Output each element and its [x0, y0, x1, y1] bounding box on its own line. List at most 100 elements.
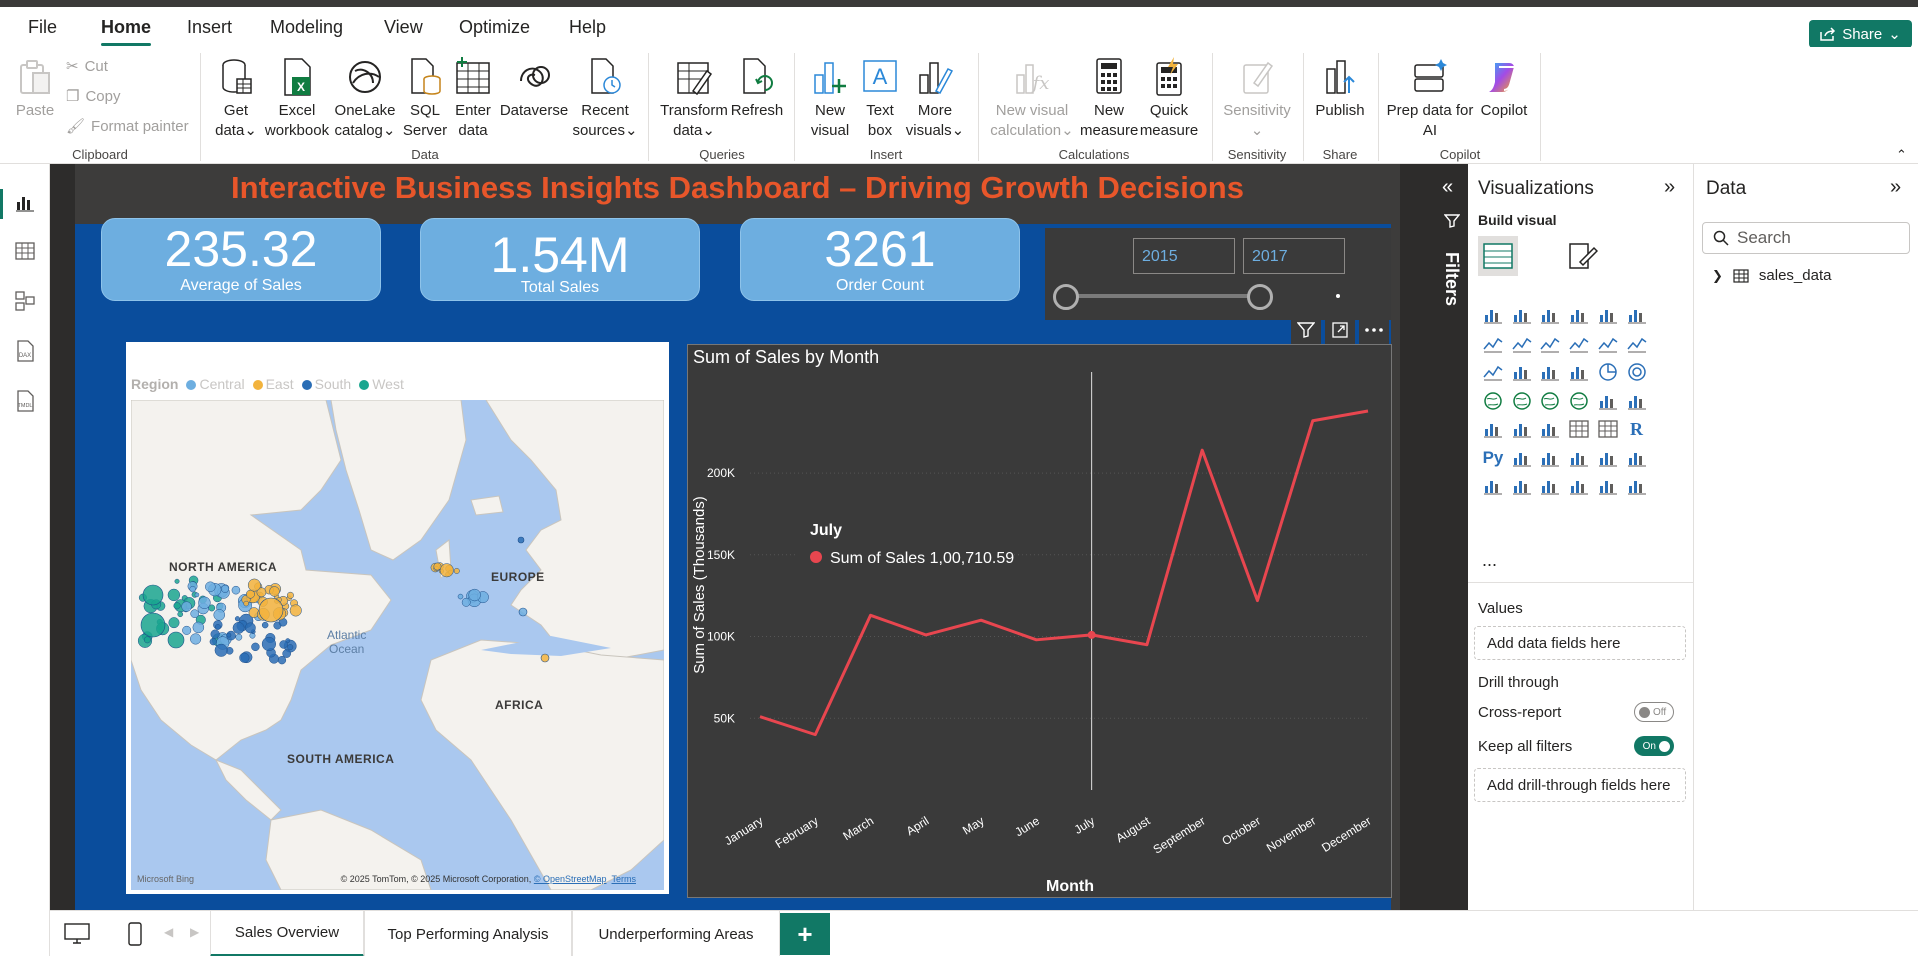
table-icon[interactable] [1566, 416, 1592, 442]
map-bubble[interactable] [282, 649, 291, 658]
menu-modeling[interactable]: Modeling [270, 17, 343, 38]
map-bubble[interactable] [286, 591, 294, 599]
terms-link[interactable]: Terms [612, 874, 637, 884]
mobile-view-icon[interactable] [120, 919, 150, 949]
filter-icon[interactable] [1291, 316, 1321, 344]
100-bar-icon[interactable] [1595, 302, 1621, 328]
cross-report-toggle[interactable]: Off [1634, 702, 1674, 722]
get-data-button[interactable]: Get data⌄ [208, 57, 264, 141]
refresh-button[interactable]: Refresh [730, 57, 784, 121]
map-bubble[interactable] [177, 611, 184, 618]
map-bubble[interactable] [234, 616, 241, 622]
stacked-column-icon[interactable] [1509, 302, 1535, 328]
tab-sales-overview[interactable]: Sales Overview [210, 911, 364, 957]
area-icon[interactable] [1509, 331, 1535, 357]
map-bubble[interactable] [231, 585, 241, 595]
report-view-icon[interactable] [12, 190, 38, 216]
map-bubble[interactable] [540, 653, 550, 663]
sales-by-month-chart[interactable]: Sum of Sales by Month 50K 100K 150K 200K Jan… [687, 344, 1392, 898]
map-bubble[interactable] [198, 596, 211, 609]
legend-item-west[interactable]: West [359, 376, 404, 392]
100-column-icon[interactable] [1624, 302, 1650, 328]
slicer-end-input[interactable]: 2017 [1243, 238, 1345, 274]
map-bubble[interactable] [258, 597, 284, 623]
legend-item-east[interactable]: East [252, 376, 294, 392]
r-visual-icon[interactable]: R [1624, 416, 1650, 442]
paginated-icon[interactable] [1480, 473, 1506, 499]
kpi-icon[interactable] [1509, 416, 1535, 442]
decomposition-tree-icon[interactable] [1537, 445, 1563, 471]
next-page-icon[interactable]: ▶ [190, 925, 199, 939]
map-bubble[interactable] [457, 593, 464, 600]
legend-item-central[interactable]: Central [186, 376, 245, 392]
map-visual[interactable]: Region Central East South West NORTH AME… [126, 342, 669, 894]
publish-button[interactable]: Publish [1310, 57, 1370, 121]
map-bubble[interactable] [140, 612, 166, 638]
stacked-bar-icon[interactable] [1480, 302, 1506, 328]
legend-item-south[interactable]: South [301, 376, 351, 392]
menu-insert[interactable]: Insert [187, 17, 232, 38]
map-bubble[interactable] [190, 609, 200, 619]
new-measure-button[interactable]: New measure [1080, 57, 1138, 141]
ribbon-icon[interactable] [1480, 359, 1506, 385]
map-bubble[interactable] [174, 578, 180, 584]
map-bubble[interactable] [261, 636, 276, 652]
menu-optimize[interactable]: Optimize [459, 17, 530, 38]
gauge-icon[interactable] [1595, 388, 1621, 414]
map-bubble[interactable] [251, 642, 260, 652]
map-bubble[interactable] [518, 607, 528, 617]
map-bubble[interactable] [143, 636, 151, 644]
map-bubble[interactable] [182, 625, 192, 635]
copy-button[interactable]: ❐ Copy [66, 87, 120, 106]
map-bubble[interactable] [194, 592, 200, 598]
map-bubble[interactable] [433, 562, 442, 571]
map-bubble[interactable] [210, 629, 220, 639]
line-column-icon[interactable] [1595, 331, 1621, 357]
filled-map-icon[interactable] [1537, 388, 1563, 414]
map-bubble[interactable] [167, 631, 185, 649]
collapse-visualizations-icon[interactable]: » [1664, 176, 1675, 199]
collapse-data-icon[interactable]: » [1890, 176, 1901, 199]
dataverse-button[interactable]: Dataverse [498, 57, 570, 121]
map-bubble[interactable] [173, 602, 181, 610]
map-bubble[interactable] [167, 588, 181, 602]
map-bubble[interactable] [168, 617, 180, 629]
sensitivity-button[interactable]: Sensitivity ⌄ [1218, 57, 1296, 141]
stacked-area-icon[interactable] [1537, 331, 1563, 357]
model-view-icon[interactable] [12, 288, 38, 314]
azure-map-icon[interactable] [1566, 388, 1592, 414]
paste-button[interactable]: Paste [14, 59, 56, 121]
copilot-button[interactable]: Copilot [1474, 57, 1534, 121]
multi-row-card-icon[interactable] [1480, 416, 1506, 442]
map-bubble[interactable] [190, 633, 202, 645]
scatter-icon[interactable] [1566, 359, 1592, 385]
python-visual-icon[interactable]: Py [1480, 445, 1506, 471]
tmdl-view-icon[interactable]: TMDL [12, 388, 38, 414]
100-area-icon[interactable] [1566, 331, 1592, 357]
map-bubble[interactable] [517, 536, 525, 544]
table-sales-data[interactable]: ❯ sales_data [1712, 267, 1831, 284]
clustered-bar-icon[interactable] [1537, 302, 1563, 328]
key-influencers-icon[interactable] [1509, 445, 1535, 471]
chevron-right-icon[interactable]: ❯ [1712, 268, 1723, 284]
map-bubble[interactable] [261, 621, 269, 629]
map-bubble[interactable] [269, 586, 280, 597]
map-bubble[interactable] [279, 640, 288, 649]
treemap-icon[interactable] [1480, 388, 1506, 414]
map-bubble[interactable] [226, 632, 232, 638]
values-field-well[interactable]: Add data fields here [1474, 626, 1686, 660]
expand-filters-icon[interactable]: « [1442, 176, 1453, 199]
map-icon[interactable] [1509, 388, 1535, 414]
kpi-card-total-sales[interactable]: 1.54M Total Sales [420, 218, 700, 301]
button-slicer-icon[interactable] [1537, 473, 1563, 499]
map-bubble[interactable] [289, 604, 302, 617]
map-bubble[interactable] [453, 567, 460, 574]
map-bubble[interactable] [461, 597, 471, 607]
transform-data-button[interactable]: Transform data⌄ [656, 57, 732, 141]
waterfall-icon[interactable] [1509, 359, 1535, 385]
map-bubble[interactable] [239, 652, 250, 663]
narrative-icon[interactable] [1595, 445, 1621, 471]
map-bubble[interactable] [205, 581, 216, 593]
menu-home[interactable]: Home [101, 17, 151, 38]
new-visual-calculation-button[interactable]: fx New visual calculation⌄ [986, 57, 1078, 141]
